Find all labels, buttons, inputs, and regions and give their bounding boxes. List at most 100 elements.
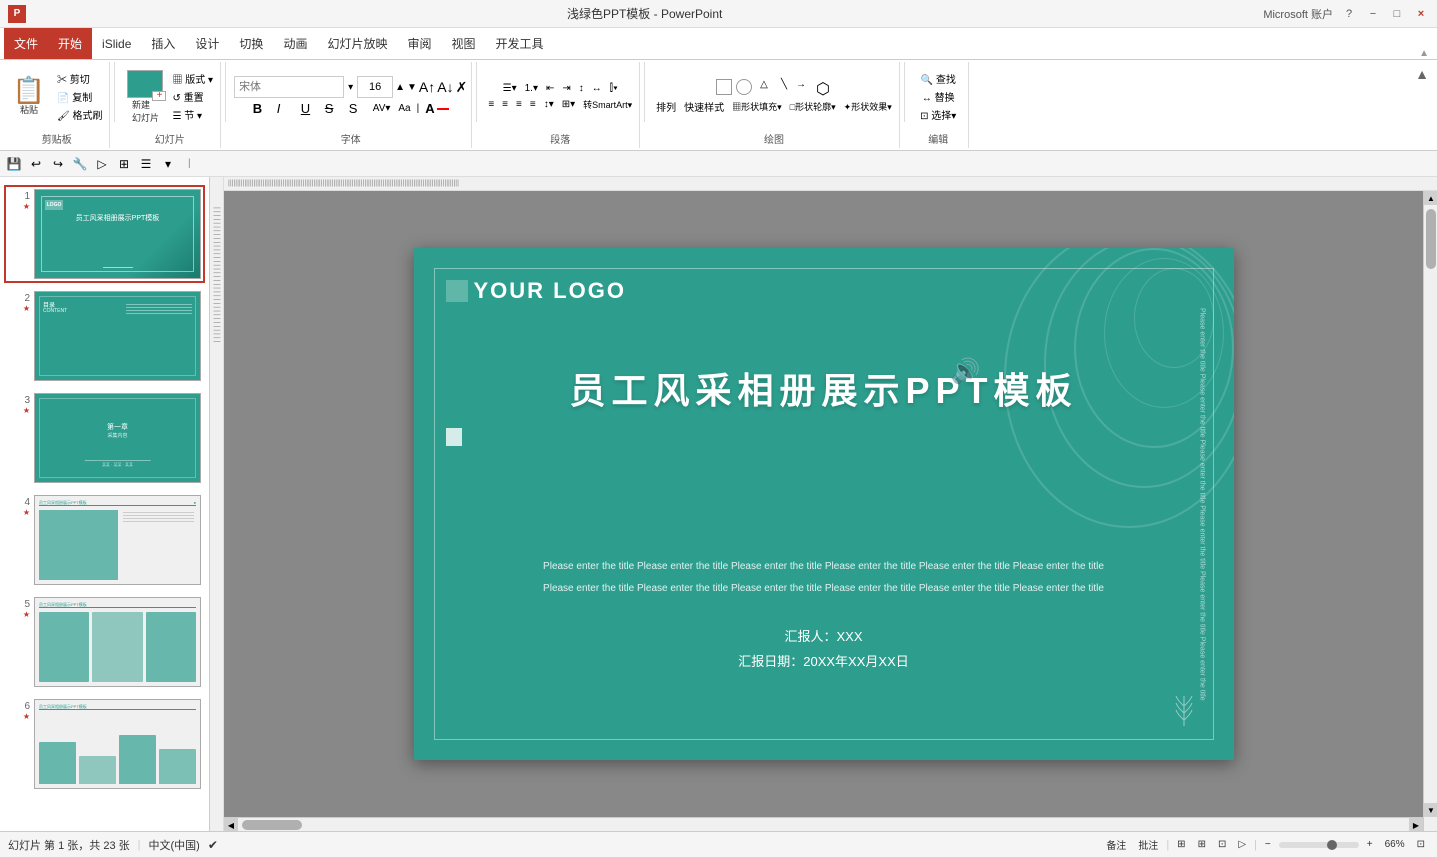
columns-button[interactable]: ⫿▾ <box>607 82 621 95</box>
spacing-button[interactable]: AV▾ <box>370 102 394 115</box>
horizontal-scrollbar[interactable]: ◀ ▶ <box>224 817 1423 831</box>
save-qt-button[interactable]: 💾 <box>4 154 24 174</box>
more-button[interactable]: ▾ <box>158 154 178 174</box>
collapse-ribbon[interactable]: ▲ <box>1415 48 1433 59</box>
section-button[interactable]: ☰ 节 ▾ <box>169 106 216 123</box>
quick-styles-button[interactable]: 快速样式 <box>681 98 727 115</box>
layout-button[interactable]: ▦ 版式 ▾ <box>169 70 216 87</box>
indent-increase[interactable]: ⇥ <box>559 82 573 95</box>
slide-thumb-3[interactable]: 3 ★ 第一章 采集内容 某某 · 某某 · 某某 <box>4 389 205 487</box>
shape-rect[interactable] <box>716 79 732 95</box>
select-button[interactable]: ⊡ 选择▾ <box>917 106 959 123</box>
reset-button[interactable]: ↺ 重置 <box>169 88 216 105</box>
text-direction2[interactable]: ↔ <box>589 82 605 95</box>
main-slide[interactable]: YOUR LOGO 员工风采相册展示PPT模板 Please enter the… <box>414 248 1234 760</box>
slide-title[interactable]: 员工风采相册展示PPT模板 <box>496 368 1152 415</box>
tab-developer[interactable]: 开发工具 <box>486 28 554 59</box>
slide-preview-6[interactable]: 员工风采相册展示PPT模板 <box>34 699 201 789</box>
numbering-button[interactable]: 1.▾ <box>522 82 541 95</box>
italic-button[interactable]: I <box>274 100 296 117</box>
shape-outline-button[interactable]: □形状轮廓▾ <box>787 99 839 114</box>
font-size-down[interactable]: ▼ <box>407 82 417 93</box>
font-size-input[interactable] <box>357 76 393 98</box>
redo-button[interactable]: ↪ <box>48 154 68 174</box>
zoom-slider[interactable] <box>1279 842 1359 848</box>
tab-file[interactable]: 文件 <box>4 28 48 59</box>
slide-preview-4[interactable]: 员工风采相册展示PPT模板 ● <box>34 495 201 585</box>
notes-button[interactable]: 备注 <box>1102 836 1130 853</box>
replace-button[interactable]: ↔ 替换 <box>919 88 958 105</box>
slide-preview-2[interactable]: 目录 CONTENT <box>34 291 201 381</box>
tab-animation[interactable]: 动画 <box>273 28 317 59</box>
customize-qt-button[interactable]: 🔧 <box>70 154 90 174</box>
font-name-arrow[interactable]: ▾ <box>346 82 355 93</box>
tab-insert[interactable]: 插入 <box>141 28 185 59</box>
bullets-button[interactable]: ☰▾ <box>500 82 520 95</box>
cut-button[interactable]: ✂ 剪切 <box>54 70 105 87</box>
account-label[interactable]: Microsoft 账户 <box>1263 6 1333 22</box>
tab-slideshow[interactable]: 幻灯片放映 <box>317 28 397 59</box>
horizontal-scroll-thumb[interactable] <box>242 820 302 830</box>
minimize-button[interactable]: − <box>1365 6 1381 22</box>
vertical-scrollbar[interactable]: ▲ ▼ <box>1423 191 1437 817</box>
zoom-thumb[interactable] <box>1327 840 1337 850</box>
font-name-input[interactable] <box>234 76 344 98</box>
format-painter-button[interactable]: 🖌 格式刷 <box>54 106 105 123</box>
strikethrough-button[interactable]: S <box>322 100 344 117</box>
font-color-button[interactable]: A <box>422 100 451 117</box>
zoom-in-button[interactable]: + <box>1363 838 1377 851</box>
shape-circle[interactable] <box>736 79 752 95</box>
convert-smartart[interactable]: 转SmartArt▾ <box>580 97 635 112</box>
fit-window-button[interactable]: ⊡ <box>1413 838 1429 851</box>
scroll-down-button[interactable]: ▼ <box>1424 803 1437 817</box>
arrange-button[interactable]: 排列 <box>653 98 679 115</box>
tab-review[interactable]: 审阅 <box>397 28 441 59</box>
collapse-button[interactable]: ▲ <box>1411 62 1433 148</box>
shape-arrow[interactable]: → <box>796 79 812 95</box>
align-right[interactable]: ≡ <box>513 98 525 111</box>
align-center[interactable]: ≡ <box>499 98 511 111</box>
tab-design[interactable]: 设计 <box>185 28 229 59</box>
scroll-left-button[interactable]: ◀ <box>224 818 238 831</box>
underline-button[interactable]: U <box>298 100 320 117</box>
justify[interactable]: ≡ <box>527 98 539 111</box>
slide-thumb-6[interactable]: 6 ★ 员工风采相册展示PPT模板 <box>4 695 205 793</box>
slide-preview-5[interactable]: 员工风采相册展示PPT模板 <box>34 597 201 687</box>
shape-triangle[interactable]: △ <box>756 79 772 95</box>
scroll-right-button[interactable]: ▶ <box>1409 818 1423 831</box>
copy-button[interactable]: 📄 复制 <box>54 88 105 105</box>
help-button[interactable]: ? <box>1341 6 1357 22</box>
text-direction[interactable]: ↕ <box>576 82 587 95</box>
shape-effect-button[interactable]: ✦形状效果▾ <box>841 99 895 114</box>
close-button[interactable]: × <box>1413 6 1429 22</box>
reading-view-button[interactable]: ⊡ <box>1214 838 1230 851</box>
text-direction-vertical[interactable]: ⊞▾ <box>559 98 578 111</box>
decrease-font-button[interactable]: A↓ <box>437 79 453 95</box>
indent-decrease[interactable]: ⇤ <box>543 82 557 95</box>
align-left[interactable]: ≡ <box>485 98 497 111</box>
view-button[interactable]: ☰ <box>136 154 156 174</box>
scroll-up-button[interactable]: ▲ <box>1424 191 1437 205</box>
slide-thumb-1[interactable]: 1 ★ LOGO 员工风采相册展示PPT模板 <box>4 185 205 283</box>
slide-description[interactable]: Please enter the title Please enter the … <box>475 558 1172 598</box>
slide-thumb-5[interactable]: 5 ★ 员工风采相册展示PPT模板 <box>4 593 205 691</box>
paste-button[interactable]: 📋 粘贴 <box>8 75 50 118</box>
increase-font-button[interactable]: A↑ <box>419 79 435 95</box>
slide-sorter-button[interactable]: ⊞ <box>1194 838 1210 851</box>
slide-preview-1[interactable]: LOGO 员工风采相册展示PPT模板 <box>34 189 201 279</box>
find-button[interactable]: 🔍 查找 <box>918 70 959 87</box>
font-color-aa[interactable]: Aa <box>395 102 413 115</box>
spelling-check[interactable]: ✔ <box>208 838 218 852</box>
new-slide-button[interactable]: + 新建幻灯片 <box>123 68 167 126</box>
present-button[interactable]: ⊞ <box>114 154 134 174</box>
bold-button[interactable]: B <box>250 100 272 117</box>
normal-view-button[interactable]: ⊞ <box>1173 838 1189 851</box>
tab-transition[interactable]: 切换 <box>229 28 273 59</box>
shape-line[interactable]: ╲ <box>776 79 792 95</box>
undo-button[interactable]: ↩ <box>26 154 46 174</box>
slide-preview-3[interactable]: 第一章 采集内容 某某 · 某某 · 某某 <box>34 393 201 483</box>
slide-thumb-4[interactable]: 4 ★ 员工风采相册展示PPT模板 ● <box>4 491 205 589</box>
zoom-level[interactable]: 66% <box>1381 838 1409 851</box>
shadow-button[interactable]: S <box>346 100 368 117</box>
slide-thumb-2[interactable]: 2 ★ 目录 CONTENT <box>4 287 205 385</box>
